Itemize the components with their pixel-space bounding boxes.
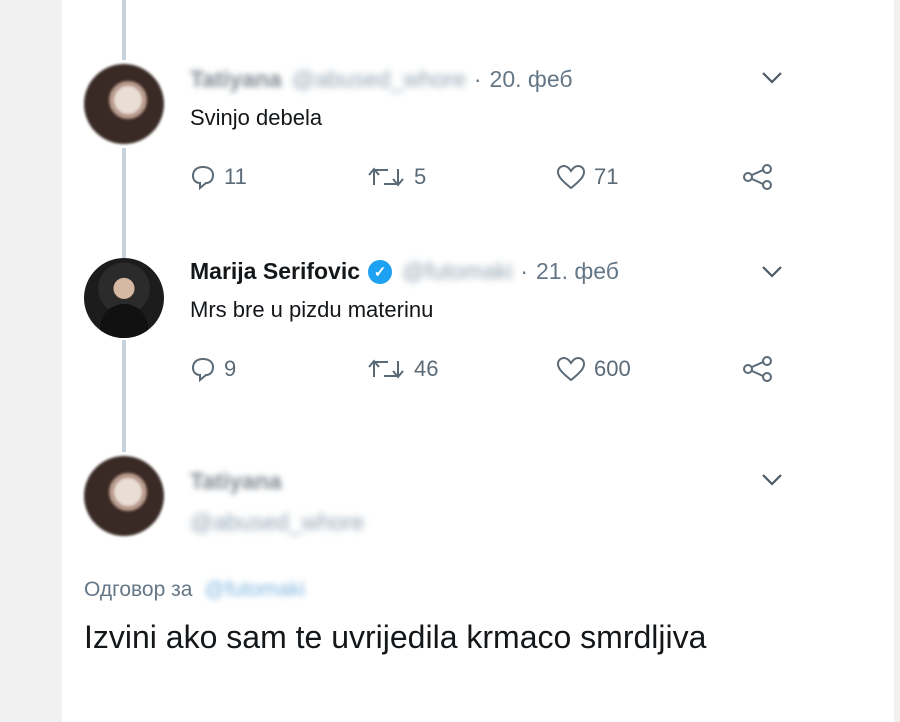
separator-dot: · xyxy=(473,66,482,92)
retweet-count: 46 xyxy=(414,356,439,381)
display-name[interactable]: Marija Serifovic xyxy=(190,258,360,285)
verified-badge-icon: ✓ xyxy=(368,259,393,284)
tweet-text: Mrs bre u pizdu materinu xyxy=(190,297,434,322)
heart-icon xyxy=(556,356,586,382)
thread-line-top xyxy=(122,0,126,60)
main-tweet-text: Izvini ako sam te uvrijedila krmaco smrd… xyxy=(84,619,707,655)
tweet-text: Svinjo debela xyxy=(190,105,323,130)
reply-icon xyxy=(190,164,216,190)
share-button[interactable] xyxy=(742,164,774,190)
share-icon xyxy=(742,164,774,190)
handle[interactable]: @futomaki xyxy=(402,258,512,285)
tweet-1[interactable]: Tatiyana @abused_whore · 20. феб Svinjo … xyxy=(190,66,790,131)
handle[interactable]: @abused_whore xyxy=(190,509,364,536)
retweet-button[interactable]: 46 xyxy=(366,356,438,382)
reply-button[interactable]: 11 xyxy=(190,164,247,190)
handle[interactable]: @abused_whore xyxy=(292,66,466,93)
tweet-header: Tatiyana xyxy=(190,468,790,495)
tweet-actions: 11 5 71 xyxy=(190,164,790,198)
tweet-thread-screen: Tatiyana @abused_whore · 20. феб Svinjo … xyxy=(62,0,894,722)
like-count: 600 xyxy=(594,356,631,381)
avatar-figure xyxy=(100,304,148,338)
like-button[interactable]: 600 xyxy=(556,356,631,382)
avatar[interactable] xyxy=(84,258,164,338)
tweet-date[interactable]: 20. феб xyxy=(490,66,573,93)
like-count: 71 xyxy=(594,164,619,189)
thread-line-2 xyxy=(122,340,126,452)
tweet-header: Tatiyana @abused_whore · 20. феб xyxy=(190,66,790,93)
reply-icon xyxy=(190,356,216,382)
separator-dot: · xyxy=(520,258,528,284)
avatar[interactable] xyxy=(84,64,164,144)
retweet-icon xyxy=(366,165,406,189)
tweet-3[interactable]: Tatiyana @abused_whore xyxy=(190,468,790,536)
avatar[interactable] xyxy=(84,456,164,536)
retweet-count: 5 xyxy=(414,164,427,189)
like-button[interactable]: 71 xyxy=(556,164,618,190)
tweet-date[interactable]: 21. феб xyxy=(536,258,619,285)
reply-button[interactable]: 9 xyxy=(190,356,236,382)
share-icon xyxy=(742,356,774,382)
chevron-down-icon[interactable] xyxy=(758,258,786,286)
share-button[interactable] xyxy=(742,356,774,382)
reply-to-line: Одговор за @futomaki xyxy=(84,578,305,602)
tweet-subheader: @abused_whore xyxy=(190,509,790,536)
display-name[interactable]: Tatiyana xyxy=(190,66,282,93)
thread-line-1 xyxy=(122,148,126,258)
tweet-header: Marija Serifovic ✓ @futomaki · 21. феб xyxy=(190,258,790,285)
reply-to-label: Одговор за xyxy=(84,578,193,601)
tweet-2[interactable]: Marija Serifovic ✓ @futomaki · 21. феб M… xyxy=(190,258,790,323)
retweet-button[interactable]: 5 xyxy=(366,164,426,190)
heart-icon xyxy=(556,164,586,190)
tweet-actions: 9 46 600 xyxy=(190,356,790,390)
reply-count: 11 xyxy=(224,164,247,189)
reply-count: 9 xyxy=(224,356,237,381)
display-name[interactable]: Tatiyana xyxy=(190,468,282,495)
chevron-down-icon[interactable] xyxy=(758,466,786,494)
reply-to-handle[interactable]: @futomaki xyxy=(204,578,305,601)
retweet-icon xyxy=(366,357,406,381)
chevron-down-icon[interactable] xyxy=(758,64,786,92)
